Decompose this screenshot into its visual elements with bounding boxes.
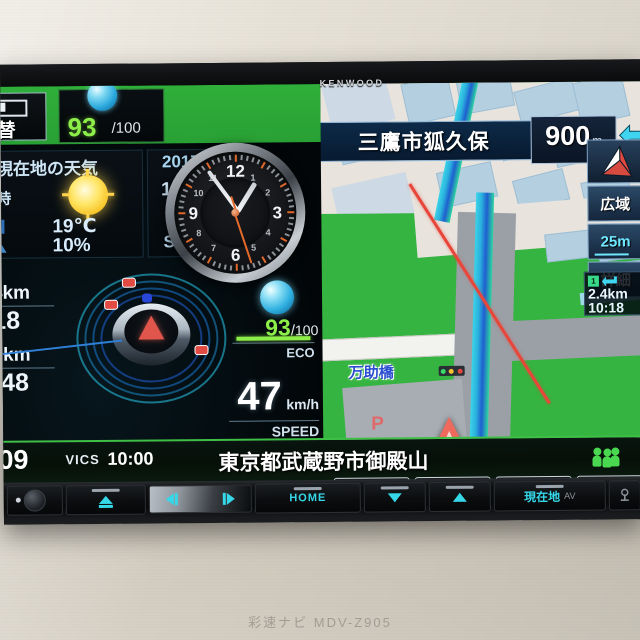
- people-icon: [592, 447, 620, 468]
- route-badge: 1: [587, 275, 599, 287]
- track-next-icon[interactable]: [222, 492, 235, 505]
- eco-globe-icon: [87, 81, 118, 112]
- disc-slot[interactable]: [148, 484, 252, 514]
- clock-center-pin: [231, 208, 240, 217]
- radar-marker: [121, 277, 136, 288]
- speed-value: 47: [237, 374, 282, 419]
- clock-number: 10: [193, 188, 204, 199]
- analog-clock: 121234567891011: [164, 142, 306, 284]
- volume-up-button[interactable]: [428, 481, 491, 513]
- speed-readout: 47 km/h: [221, 374, 320, 419]
- map-road-label: 万助橋: [348, 364, 394, 382]
- current-location-button[interactable]: 現在地 AV: [493, 480, 606, 512]
- compass-radar: [2, 272, 227, 405]
- weather-precipitation: 10%: [52, 235, 91, 257]
- speed-unit: km/h: [286, 396, 320, 413]
- compass-north-icon[interactable]: [586, 139, 640, 184]
- route-eta: 10:18: [588, 299, 625, 316]
- eject-button[interactable]: [65, 484, 146, 516]
- weather-hour-label: 時: [0, 190, 12, 208]
- eject-icon: [98, 495, 113, 504]
- eco-badge-of: /100: [111, 119, 141, 137]
- clock-number: 4: [265, 227, 271, 238]
- trip1-distance: 4km: [0, 282, 31, 304]
- route-info-box: 1 2.4km 10:18: [583, 271, 640, 316]
- sun-icon: [67, 174, 109, 216]
- scale-bar: [594, 253, 629, 256]
- trip-readout-1: 4km 18: [0, 282, 66, 335]
- map-view[interactable]: P 万助橋 三鷹市狐久保 900 m: [318, 81, 640, 481]
- brand-logo: KENWOOD: [319, 77, 385, 89]
- radar-marker: [104, 299, 119, 310]
- home-label: HOME: [289, 491, 327, 505]
- clock-number: 3: [272, 203, 283, 223]
- info-panel: 切替 93 /100 現在地の天気 時 19℃ 10% 2017 12 1 2 …: [0, 81, 324, 483]
- clock-number: 7: [211, 242, 217, 253]
- radar-marker-blue: [142, 293, 153, 303]
- scale-label: 25m: [600, 232, 631, 251]
- weather-temp-icon: [0, 219, 5, 234]
- current-address: 東京都武蔵野市御殿山: [218, 450, 429, 475]
- weather-card[interactable]: 現在地の天気 時 19℃ 10%: [0, 149, 144, 259]
- lcd-screen: P 万助橋 三鷹市狐久保 900 m: [0, 81, 640, 483]
- destination-name: 三鷹市狐久保: [357, 130, 490, 155]
- eco-score-badge[interactable]: 93 /100: [58, 81, 165, 144]
- volume-down-button[interactable]: [363, 482, 426, 513]
- reset-icon: [620, 488, 629, 502]
- map-scale-button[interactable]: 25m: [587, 223, 640, 260]
- clock-number: 9: [188, 204, 199, 224]
- power-knob-button[interactable]: [6, 485, 63, 516]
- weather-rain-icon: [0, 239, 7, 253]
- clock-number: 6: [230, 245, 241, 265]
- destination-bar: 三鷹市狐久保: [318, 119, 551, 163]
- radar-marker: [194, 344, 209, 356]
- home-button[interactable]: HOME: [254, 482, 361, 514]
- power-knob-icon: [23, 489, 46, 512]
- screen-switch-icon: [0, 99, 28, 117]
- photo-caption: 彩速ナビ MDV-Z905: [248, 615, 392, 630]
- chevron-up-icon: [452, 492, 467, 502]
- power-indicator-dot: [15, 497, 21, 503]
- clock-face: 121234567891011: [173, 151, 297, 275]
- heading-arrow-icon: [138, 315, 165, 340]
- zoom-out-label: 広域: [600, 195, 631, 214]
- current-location-label: 現在地: [524, 489, 561, 504]
- eco-globe-icon: [259, 280, 295, 315]
- map-zoom-out-button[interactable]: 広域: [587, 185, 640, 222]
- clock-number: 2: [265, 187, 271, 198]
- screen-switch-button[interactable]: 切替: [0, 92, 47, 142]
- clock-number: 8: [196, 228, 202, 239]
- distance-value: 900: [544, 120, 591, 152]
- av-sublabel: AV: [564, 490, 576, 501]
- traffic-signal-icon: [438, 365, 465, 376]
- chevron-down-icon: [387, 492, 402, 502]
- speed-label: SPEED: [229, 420, 320, 440]
- map-parking-label: P: [371, 413, 384, 435]
- hardware-button-row: HOME 現在地 AV: [3, 477, 640, 519]
- eco-progress-bar: [236, 336, 311, 341]
- reset-button[interactable]: [608, 480, 640, 511]
- head-unit-chassis: P 万助橋 三鷹市狐久保 900 m: [0, 59, 640, 525]
- clock-number: 12: [225, 161, 245, 181]
- track-prev-icon[interactable]: [165, 493, 178, 506]
- trip2-time: :48: [0, 368, 30, 397]
- eco-label: ECO: [232, 342, 315, 361]
- screen-switch-label: 切替: [0, 120, 16, 142]
- trip1-time: 18: [0, 306, 21, 335]
- eco-badge-score: 93: [67, 111, 97, 143]
